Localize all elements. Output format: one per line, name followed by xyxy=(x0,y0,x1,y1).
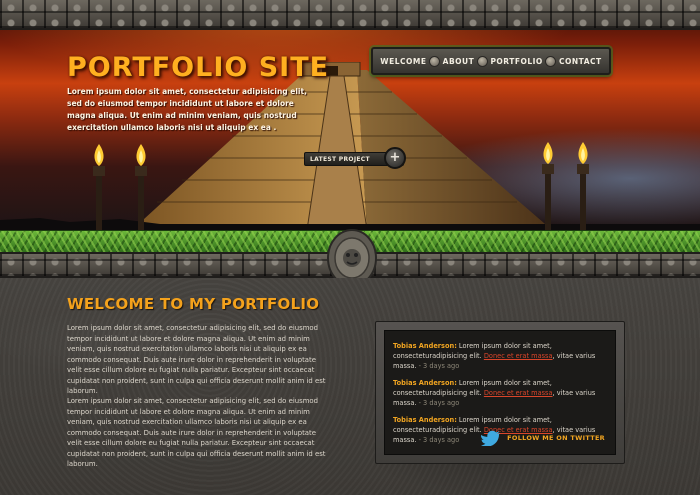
twitter-bird-icon xyxy=(481,430,501,446)
tweet-author: Tobias Anderson: xyxy=(393,416,457,424)
tweet-time: - 3 days ago xyxy=(416,436,460,444)
main-content: WELCOME TO MY PORTFOLIO Lorem ipsum dolo… xyxy=(0,278,700,495)
welcome-paragraph: Lorem ipsum dolor sit amet, consectetur … xyxy=(67,324,326,395)
nav-item-portfolio[interactable]: PORTFOLIO xyxy=(490,57,542,66)
main-nav: WELCOME ABOUT PORTFOLIO CONTACT xyxy=(371,47,611,75)
tweet-item: Tobias Anderson: Lorem ipsum dolor sit a… xyxy=(393,341,607,371)
site-title: PORTFOLIO SITE xyxy=(67,52,330,83)
torch-icon xyxy=(542,142,554,232)
hero-intro-text: Lorem ipsum dolor sit amet, consectetur … xyxy=(67,87,307,132)
welcome-heading: WELCOME TO MY PORTFOLIO xyxy=(67,295,320,313)
welcome-paragraph: Lorem ipsum dolor sit amet, consectetur … xyxy=(67,397,326,468)
twitter-feed-box: Tobias Anderson: Lorem ipsum dolor sit a… xyxy=(375,321,625,464)
latest-project-label: LATEST PROJECT xyxy=(310,155,370,163)
tweet-time: - 3 days ago xyxy=(416,362,460,370)
hero-banner: PORTFOLIO SITE Lorem ipsum dolor sit ame… xyxy=(0,0,700,238)
tweet-item: Tobias Anderson: Lorem ipsum dolor sit a… xyxy=(393,378,607,408)
nav-separator-icon xyxy=(545,55,557,67)
nav-separator-icon xyxy=(429,55,441,67)
tweet-author: Tobias Anderson: xyxy=(393,342,457,350)
twitter-feed-inner: Tobias Anderson: Lorem ipsum dolor sit a… xyxy=(384,330,616,455)
tweet-time: - 3 days ago xyxy=(416,399,460,407)
tweet-link[interactable]: Donec et erat massa xyxy=(484,389,553,397)
nav-item-contact[interactable]: CONTACT xyxy=(559,57,602,66)
nav-item-welcome[interactable]: WELCOME xyxy=(380,57,426,66)
follow-twitter-label: FOLLOW ME ON TWITTER xyxy=(507,434,605,442)
nav-separator-icon xyxy=(476,55,488,67)
plus-icon[interactable]: + xyxy=(384,147,406,169)
stone-border-top xyxy=(0,0,700,30)
torch-icon xyxy=(577,142,589,232)
torch-icon xyxy=(135,144,147,232)
torch-icon xyxy=(93,144,105,232)
tweet-link[interactable]: Donec et erat massa xyxy=(484,352,553,360)
tweet-author: Tobias Anderson: xyxy=(393,379,457,387)
follow-twitter-button[interactable]: FOLLOW ME ON TWITTER xyxy=(481,430,605,446)
nav-item-about[interactable]: ABOUT xyxy=(443,57,475,66)
